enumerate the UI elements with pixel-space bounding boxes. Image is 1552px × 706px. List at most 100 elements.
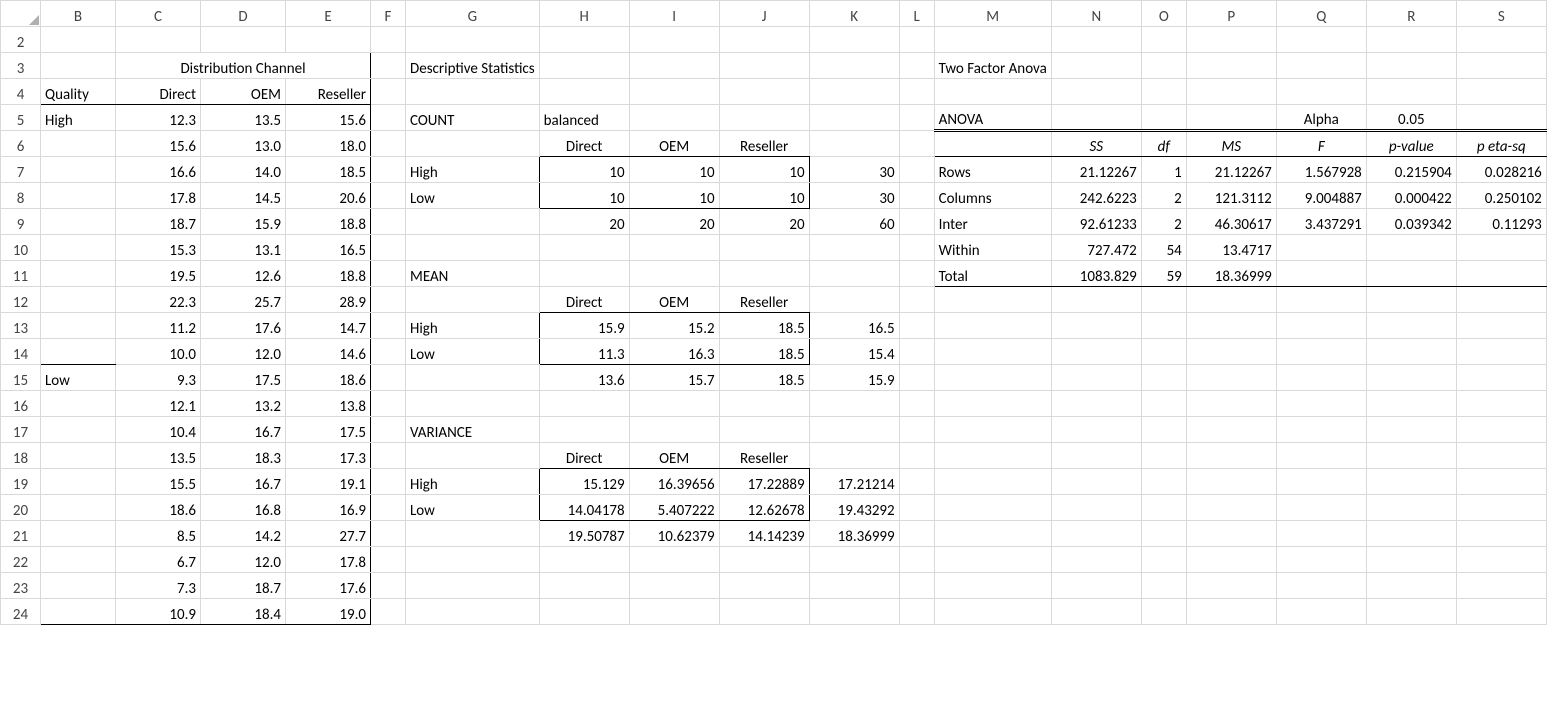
cell[interactable] bbox=[629, 261, 719, 287]
cell[interactable] bbox=[41, 131, 116, 157]
cell[interactable] bbox=[1141, 521, 1186, 547]
cell[interactable] bbox=[286, 27, 371, 53]
cell[interactable] bbox=[1186, 287, 1276, 313]
col-header[interactable]: I bbox=[629, 1, 719, 27]
cell[interactable] bbox=[1051, 547, 1141, 573]
cell[interactable] bbox=[539, 547, 629, 573]
cell[interactable]: 22.3 bbox=[116, 287, 201, 313]
col-header[interactable]: R bbox=[1366, 1, 1456, 27]
cell[interactable] bbox=[809, 417, 899, 443]
cell[interactable] bbox=[1276, 235, 1366, 261]
row-header[interactable]: 8 bbox=[1, 183, 41, 209]
cell[interactable] bbox=[719, 417, 809, 443]
cell[interactable] bbox=[899, 521, 934, 547]
var-direct-hdr[interactable]: Direct bbox=[539, 443, 629, 469]
cell[interactable] bbox=[371, 417, 406, 443]
cell[interactable] bbox=[629, 105, 719, 131]
row-header[interactable]: 24 bbox=[1, 599, 41, 625]
cell[interactable]: 15.9 bbox=[539, 313, 629, 339]
cell[interactable] bbox=[406, 79, 540, 105]
cell[interactable]: 19.5 bbox=[116, 261, 201, 287]
cell[interactable] bbox=[539, 235, 629, 261]
variance-label[interactable]: VARIANCE bbox=[406, 417, 540, 443]
cell[interactable] bbox=[1456, 235, 1546, 261]
cell[interactable] bbox=[899, 417, 934, 443]
cell[interactable] bbox=[1186, 495, 1276, 521]
cell[interactable] bbox=[719, 261, 809, 287]
anova-ss-hdr[interactable]: SS bbox=[1051, 131, 1141, 157]
cell[interactable] bbox=[1186, 391, 1276, 417]
cell[interactable] bbox=[539, 417, 629, 443]
cell[interactable] bbox=[1276, 443, 1366, 469]
row-header[interactable]: 18 bbox=[1, 443, 41, 469]
cell[interactable] bbox=[934, 131, 1051, 157]
two-factor-anova-title[interactable]: Two Factor Anova bbox=[934, 53, 1051, 79]
cell[interactable]: 16.6 bbox=[116, 157, 201, 183]
cell[interactable] bbox=[1141, 599, 1186, 625]
cell[interactable]: 16.39656 bbox=[629, 469, 719, 495]
cell[interactable]: 10 bbox=[629, 183, 719, 209]
cell[interactable] bbox=[1141, 79, 1186, 105]
anova-df-hdr[interactable]: df bbox=[1141, 131, 1186, 157]
cell[interactable] bbox=[1276, 287, 1366, 313]
cell[interactable] bbox=[934, 391, 1051, 417]
count-oem-hdr[interactable]: OEM bbox=[629, 131, 719, 157]
cell[interactable] bbox=[1051, 53, 1141, 79]
cell[interactable] bbox=[371, 105, 406, 131]
cell[interactable]: 2 bbox=[1141, 183, 1186, 209]
cell[interactable]: 10 bbox=[539, 183, 629, 209]
var-reseller-hdr[interactable]: Reseller bbox=[719, 443, 809, 469]
row-header[interactable]: 3 bbox=[1, 53, 41, 79]
cell[interactable] bbox=[41, 521, 116, 547]
cell[interactable] bbox=[1276, 339, 1366, 365]
anova-f-hdr[interactable]: F bbox=[1276, 131, 1366, 157]
cell[interactable]: 15.6 bbox=[116, 131, 201, 157]
cell[interactable] bbox=[1456, 599, 1546, 625]
cell[interactable]: 12.3 bbox=[116, 105, 201, 131]
cell[interactable]: 0.11293 bbox=[1456, 209, 1546, 235]
anova-label[interactable]: ANOVA bbox=[934, 105, 1051, 131]
cell[interactable] bbox=[1366, 235, 1456, 261]
cell[interactable] bbox=[1051, 287, 1141, 313]
cell[interactable]: 15.9 bbox=[201, 209, 286, 235]
cell[interactable] bbox=[1141, 339, 1186, 365]
cell[interactable] bbox=[1276, 79, 1366, 105]
cell[interactable] bbox=[41, 417, 116, 443]
cell[interactable] bbox=[934, 547, 1051, 573]
cell[interactable]: 13.1 bbox=[201, 235, 286, 261]
cell[interactable]: 10.4 bbox=[116, 417, 201, 443]
cell[interactable] bbox=[371, 521, 406, 547]
cell[interactable] bbox=[41, 313, 116, 339]
cell[interactable]: 12.0 bbox=[201, 339, 286, 365]
cell[interactable] bbox=[1141, 313, 1186, 339]
cell[interactable]: 19.50787 bbox=[539, 521, 629, 547]
cell[interactable]: 14.0 bbox=[201, 157, 286, 183]
cell[interactable]: 10 bbox=[719, 183, 809, 209]
count-label[interactable]: COUNT bbox=[406, 105, 540, 131]
cell[interactable] bbox=[406, 235, 540, 261]
cell[interactable] bbox=[406, 599, 540, 625]
cell[interactable]: 13.0 bbox=[201, 131, 286, 157]
cell[interactable]: 18.5 bbox=[719, 365, 809, 391]
col-header[interactable]: Q bbox=[1276, 1, 1366, 27]
cell[interactable] bbox=[899, 365, 934, 391]
cell[interactable] bbox=[1186, 521, 1276, 547]
cell[interactable]: 7.3 bbox=[116, 573, 201, 599]
direct-header[interactable]: Direct bbox=[116, 79, 201, 105]
cell[interactable] bbox=[539, 261, 629, 287]
cell[interactable] bbox=[1456, 573, 1546, 599]
cell[interactable]: 17.6 bbox=[201, 313, 286, 339]
mean-reseller-hdr[interactable]: Reseller bbox=[719, 287, 809, 313]
cell[interactable] bbox=[1276, 27, 1366, 53]
cell[interactable] bbox=[629, 391, 719, 417]
cell[interactable]: 16.5 bbox=[809, 313, 899, 339]
cell[interactable] bbox=[371, 209, 406, 235]
cell[interactable]: 14.04178 bbox=[539, 495, 629, 521]
cell[interactable]: 0.028216 bbox=[1456, 157, 1546, 183]
cell[interactable]: 18.4 bbox=[201, 599, 286, 625]
cell[interactable] bbox=[1141, 287, 1186, 313]
cell[interactable]: 0.039342 bbox=[1366, 209, 1456, 235]
count-direct-hdr[interactable]: Direct bbox=[539, 131, 629, 157]
cell[interactable] bbox=[899, 443, 934, 469]
cell[interactable] bbox=[934, 339, 1051, 365]
